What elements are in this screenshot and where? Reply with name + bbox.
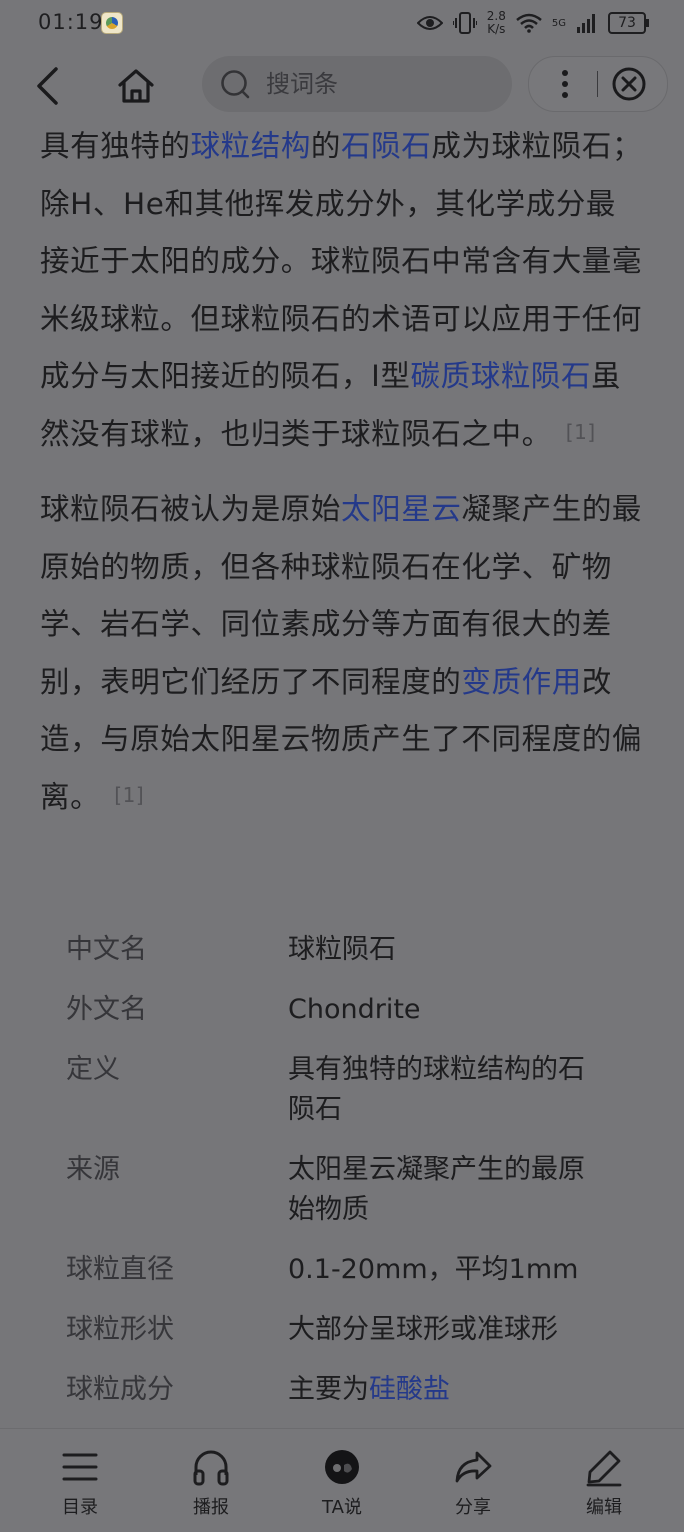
info-label: 球粒形状 (66, 1314, 174, 1345)
tab-toc[interactable]: 目录 (30, 1447, 130, 1527)
back-button[interactable] (26, 64, 70, 108)
info-row-diameter: 球粒直径 0.1-20mm，平均1mm (66, 1250, 646, 1290)
link-solar-nebula[interactable]: 太阳星云 (341, 492, 461, 526)
tab-label: TA说 (322, 1497, 362, 1518)
more-vertical-icon (562, 70, 568, 98)
network-speed: 2.8 K/s (486, 9, 506, 36)
share-arrow-icon (455, 1451, 492, 1483)
info-value: Chondrite (288, 994, 421, 1025)
info-value: 主要为硅酸盐 (288, 1374, 450, 1405)
top-nav-bar (0, 50, 684, 118)
ta-avatar-icon (325, 1450, 359, 1484)
info-row-shape: 球粒形状 大部分呈球形或准球形 (66, 1310, 646, 1350)
info-label: 中文名 (66, 934, 147, 965)
info-value: 具有独特的球粒结构的石陨石 (288, 1054, 585, 1125)
info-label: 球粒直径 (66, 1254, 174, 1285)
link-stony-meteorite[interactable]: 石陨石 (341, 129, 431, 163)
info-row-definition: 定义 具有独特的球粒结构的石陨石 (66, 1050, 646, 1130)
link-chondrule-structure[interactable]: 球粒结构 (191, 129, 311, 163)
info-label: 球粒成分 (66, 1374, 174, 1405)
list-icon (62, 1453, 98, 1481)
close-button[interactable] (607, 62, 651, 106)
pencil-icon (586, 1450, 622, 1487)
tab-ta-says[interactable]: TA说 (292, 1447, 392, 1527)
tab-share[interactable]: 分享 (423, 1447, 523, 1527)
info-value: 球粒陨石 (288, 934, 396, 965)
tab-edit[interactable]: 编辑 (554, 1447, 654, 1527)
status-time: 01:19 (38, 10, 104, 34)
close-circle-icon (612, 67, 646, 101)
wifi-icon (516, 13, 542, 33)
tab-label: 目录 (62, 1497, 98, 1518)
status-bar: 01:19 2.8 K/s 5G 73 (0, 0, 684, 46)
infobox: 中文名 球粒陨石 外文名 Chondrite 定义 具有独特的球粒结构的石陨石 … (66, 930, 646, 1430)
signal-icon (577, 14, 595, 33)
info-value: 大部分呈球形或准球形 (288, 1314, 558, 1345)
headphones-icon (193, 1450, 229, 1486)
more-button[interactable] (543, 62, 587, 106)
battery-indicator: 73 (608, 12, 649, 34)
search-input[interactable] (264, 69, 488, 99)
info-row-chinese-name: 中文名 球粒陨石 (66, 930, 646, 970)
info-row-composition: 球粒成分 主要为硅酸盐 (66, 1370, 646, 1410)
info-label: 来源 (66, 1154, 120, 1185)
info-label: 定义 (66, 1054, 120, 1085)
tab-listen[interactable]: 播报 (161, 1447, 261, 1527)
network-type-label: 5G (551, 17, 566, 29)
chevron-left-icon (37, 67, 58, 105)
info-value: 太阳星云凝聚产生的最原始物质 (288, 1154, 585, 1225)
home-button[interactable] (114, 64, 158, 108)
info-row-source: 来源 太阳星云凝聚产生的最原始物质 (66, 1150, 646, 1230)
vibrate-icon (452, 12, 477, 34)
status-icons: 2.8 K/s 5G 73 (416, 8, 649, 38)
home-icon (118, 69, 154, 103)
mini-program-capsule (528, 56, 668, 112)
reference-marker[interactable]: [1] (114, 783, 144, 807)
app-notification-icon (101, 12, 123, 34)
info-value: 0.1-20mm，平均1mm (288, 1254, 579, 1285)
reference-marker[interactable]: [1] (566, 420, 596, 444)
info-label: 外文名 (66, 994, 147, 1025)
eye-icon (416, 16, 443, 30)
article-body: 具有独特的球粒结构的石陨石成为球粒陨石；除H、He和其他挥发成分外，其化学成分最… (40, 118, 644, 826)
paragraph-2: 球粒陨石被认为是原始太阳星云凝聚产生的最原始的物质，但各种球粒陨石在化学、矿物学… (40, 492, 643, 814)
info-row-foreign-name: 外文名 Chondrite (66, 990, 646, 1030)
capsule-divider (597, 71, 598, 97)
paragraph-1: 具有独特的球粒结构的石陨石成为球粒陨石；除H、He和其他挥发成分外，其化学成分最… (40, 129, 643, 451)
tab-label: 播报 (193, 1497, 229, 1518)
link-carbonaceous-chondrite[interactable]: 碳质球粒陨石 (411, 359, 592, 393)
tab-label: 编辑 (586, 1497, 622, 1518)
link-metamorphism[interactable]: 变质作用 (461, 665, 581, 699)
link-silicate[interactable]: 硅酸盐 (369, 1374, 450, 1405)
tab-label: 分享 (455, 1497, 491, 1518)
bottom-tab-bar: 目录 播报 TA说 分享 编辑 (0, 1428, 684, 1532)
search-bar[interactable] (202, 56, 512, 112)
search-icon (221, 70, 250, 99)
